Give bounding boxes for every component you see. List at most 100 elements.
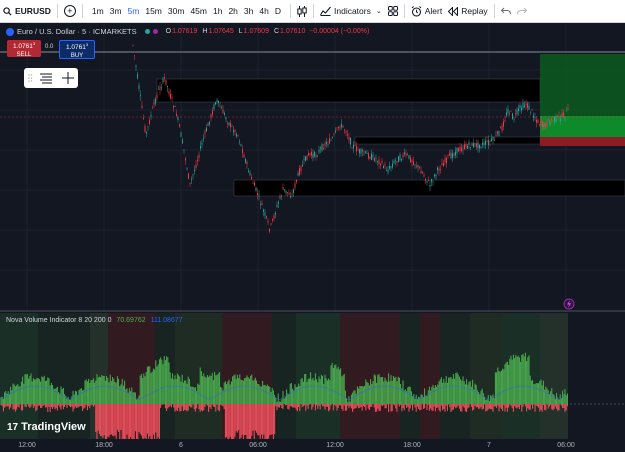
indicator-name: Nova Volume Indicator 8 20 200 0 [6,317,112,324]
sell-button[interactable]: 1.07613 SELL [7,40,41,59]
drag-handle-icon[interactable] [28,74,33,82]
demand-zone-lower [233,179,625,197]
symbol-label: EURUSD [15,6,51,16]
candle [306,155,308,161]
sell-price: 1.0761 [12,43,33,51]
object-tree-icon[interactable] [40,73,52,84]
toolbar-separator [403,4,405,18]
replay-icon [448,6,459,16]
long-position-target-upper[interactable] [540,54,625,116]
timeframe-45m[interactable]: 45m [187,6,210,16]
flag-eu-icon [6,27,14,36]
buy-price: 1.0761 [65,44,86,52]
market-open-icon [144,29,150,34]
time-axis-label: 06:00 [249,442,267,449]
timeframe-d[interactable]: D [272,6,284,16]
tradingview-logo[interactable]: 17 TradingView [7,421,86,433]
timeframe-3m[interactable]: 3m [107,6,125,16]
high-value: 1.07645 [208,28,234,35]
layout-grid-icon [387,6,398,16]
indicators-button[interactable]: Indicators ⌄ [317,0,385,22]
indicator-band [540,313,568,439]
plus-circle-icon: + [63,5,76,17]
time-axis-label: 18:00 [403,442,421,449]
close-value: 1.07610 [280,28,306,35]
time-axis-label: 7 [487,442,491,449]
toolbar-separator [290,4,291,18]
toolbar-separator [493,4,495,18]
indicator-legend[interactable]: Nova Volume Indicator 8 20 200 0 70.6976… [6,317,183,324]
indicator-value-1: 70.69762 [116,317,146,324]
crosshair-icon[interactable] [62,72,74,84]
candle [398,155,399,163]
time-axis-label: 06:00 [557,442,575,449]
alert-button[interactable]: Alert [408,0,445,22]
toolbar-separator [313,4,314,18]
chart-canvas[interactable] [0,23,625,452]
indicator-value-2: 111.08677 [150,317,183,324]
symbol-search-button[interactable]: EURUSD [0,0,54,22]
supply-zone-upper [156,78,541,103]
low-label: L [238,28,243,35]
sell-label: SELL [16,52,32,59]
chart-type-button[interactable] [294,0,310,22]
undo-icon [500,7,511,14]
indicator-band [470,313,502,439]
change-value: −0.00004 (−0.00%) [309,28,370,35]
indicator-band [440,313,470,439]
supply-zone-mid [354,136,541,145]
long-position-target-lower[interactable] [540,116,625,137]
low-value: 1.07609 [243,28,269,35]
data-status-icon [152,29,158,34]
buy-button[interactable]: 1.07613 BUY [59,40,95,59]
replay-label: Replay [461,6,488,16]
timeframe-15m[interactable]: 15m [142,6,165,16]
candles-icon [297,5,307,17]
redo-button[interactable] [514,0,530,22]
toolbar-separator [81,4,83,18]
lightning-icon[interactable] [563,298,575,310]
symbol-title: Euro / U.S. Dollar · 5 · ICMARKETS [17,27,137,36]
candle [548,118,549,121]
tradingview-logo-icon: 17 [7,421,19,433]
open-label: O [165,28,172,35]
candle [498,130,500,137]
spread-value: 0.0 [45,44,54,50]
timeframe-1m[interactable]: 1m [89,6,107,16]
time-axis[interactable] [0,439,625,452]
time-axis-label: 18:00 [95,442,113,449]
timeframe-2h[interactable]: 2h [225,6,240,16]
time-axis-label: 12:00 [326,442,344,449]
top-toolbar: EURUSD + 1m 3m 5m 15m 30m 45m 1h 2h 3h 4h D Indica… [0,0,625,23]
indicator-band [420,313,440,439]
buy-label: BUY [70,53,84,60]
undo-button[interactable] [498,0,514,22]
redo-icon [516,7,527,14]
replay-button[interactable]: Replay [445,0,490,22]
compare-symbol-button[interactable]: + [61,0,79,22]
sell-price-sup: 3 [32,41,36,46]
indicator-band [272,313,296,439]
indicators-label: Indicators [334,6,371,16]
chart-area[interactable]: Euro / U.S. Dollar · 5 · ICMARKETS O 1.0… [0,23,625,452]
timeframe-1h[interactable]: 1h [210,6,225,16]
timeframe-5m[interactable]: 5m [125,6,143,16]
open-value: 1.07619 [172,28,198,35]
long-position-stop[interactable] [540,137,625,146]
time-axis-label: 12:00 [18,442,36,449]
price-pane-background [0,23,625,310]
high-label: H [202,28,208,35]
toolbar-separator [56,4,58,18]
timeframe-4h[interactable]: 4h [256,6,271,16]
alert-label: Alert [424,6,443,16]
timeframe-30m[interactable]: 30m [165,6,188,16]
floating-tool-widget[interactable] [24,68,78,88]
symbol-legend[interactable]: Euro / U.S. Dollar · 5 · ICMARKETS O 1.0… [6,27,369,36]
layouts-button[interactable] [385,0,401,22]
chevron-down-icon: ⌄ [375,8,382,15]
search-icon [3,6,12,16]
timeframe-3h[interactable]: 3h [241,6,256,16]
candle [188,172,189,180]
alert-clock-icon [411,5,422,17]
buy-price-sup: 3 [85,42,89,47]
